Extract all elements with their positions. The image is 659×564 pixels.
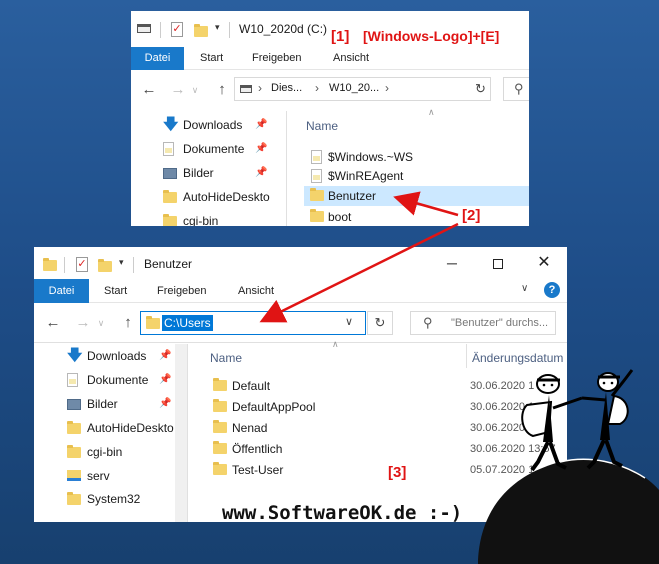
arrow-to-address (259, 222, 459, 323)
watermark-text: www.SoftwareOK.de :-) (222, 502, 463, 524)
step-label-2: [2] (462, 207, 481, 224)
arrow-to-benutzer (393, 191, 459, 217)
step-label-3: [3] (388, 464, 407, 481)
hikers-illustration (478, 369, 659, 564)
annotation-overlay (259, 191, 659, 564)
shortcut-hint: [Windows-Logo]+[E] (363, 28, 500, 44)
step-label-1: [1] (331, 28, 350, 45)
